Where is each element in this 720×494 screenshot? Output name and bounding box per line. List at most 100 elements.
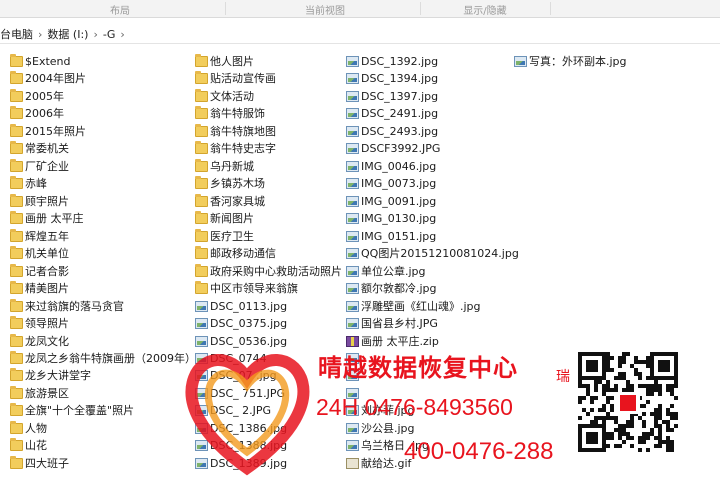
file-name: 文体活动 <box>210 89 254 103</box>
file-item[interactable]: IMG_0091.jpg <box>338 193 519 210</box>
folder-item[interactable]: 贴活动宣传画 <box>187 70 342 87</box>
folder-item[interactable]: 四大班子 <box>2 455 196 472</box>
image-file-icon <box>346 178 359 190</box>
file-name: DSC_1392.jpg <box>361 55 439 68</box>
file-name: DSC_2493.jpg <box>361 124 439 138</box>
file-name: 赤峰 <box>25 177 47 191</box>
address-bar[interactable]: 台电脑 › 数据 (I:) › -G › <box>0 22 720 44</box>
folder-icon <box>10 298 23 312</box>
file-item[interactable]: IMG_0151.jpg <box>338 228 519 245</box>
file-name: 政府采购中心救助活动照片 <box>210 264 342 278</box>
breadcrumb-drive[interactable]: 数据 (I:) <box>47 28 88 41</box>
folder-item[interactable]: 2006年 <box>2 105 196 122</box>
file-item[interactable]: IMG_0130.jpg <box>338 210 519 227</box>
folder-icon <box>10 385 23 399</box>
folder-item[interactable]: 中区市领导来翁旗 <box>187 280 342 297</box>
folder-item[interactable]: 龙凤之乡翁牛特旗画册（2009年） <box>2 350 196 367</box>
folder-item[interactable]: 龙凤文化 <box>2 333 196 350</box>
file-item[interactable]: 写真：外环副本.jpg <box>506 53 627 70</box>
folder-item[interactable]: 常委机关 <box>2 140 196 157</box>
file-item[interactable]: 国省县乡村.JPG <box>338 315 519 332</box>
breadcrumb-folder[interactable]: -G <box>103 28 116 41</box>
folder-item[interactable]: 画册 太平庄 <box>2 210 196 227</box>
folder-item[interactable]: 山花 <box>2 437 196 454</box>
folder-item[interactable]: 旅游景区 <box>2 385 196 402</box>
breadcrumb[interactable]: 台电脑 › 数据 (I:) › -G › <box>0 26 130 42</box>
folder-item[interactable]: 记者合影 <box>2 263 196 280</box>
breadcrumb-this-pc[interactable]: 台电脑 <box>0 28 33 41</box>
folder-item[interactable]: 龙乡大讲堂字 <box>2 367 196 384</box>
folder-item[interactable]: 医疗卫生 <box>187 228 342 245</box>
folder-item[interactable]: 乌丹新城 <box>187 158 342 175</box>
file-name: 额尔敦都冷.jpg <box>361 282 437 296</box>
folder-item[interactable]: 政府采购中心救助活动照片 <box>187 263 342 280</box>
file-name: 翁牛特旗地图 <box>210 124 276 138</box>
folder-icon <box>195 123 208 137</box>
file-item[interactable]: DSC_2491.jpg <box>338 105 519 122</box>
file-item[interactable]: DSC_0375.jpg <box>187 315 342 332</box>
file-item[interactable]: QQ图片20151210081024.jpg <box>338 245 519 262</box>
file-item[interactable]: DSCF3992.JPG <box>338 140 519 157</box>
file-name: 中区市领导来翁旗 <box>210 282 298 296</box>
file-item[interactable]: IMG_0046.jpg <box>338 158 519 175</box>
folder-item[interactable]: 香河家具城 <box>187 193 342 210</box>
file-item[interactable]: 单位公章.jpg <box>338 263 519 280</box>
file-name: 记者合影 <box>25 264 69 278</box>
file-name: 贴活动宣传画 <box>210 72 276 86</box>
image-file-icon <box>346 248 359 260</box>
folder-item[interactable]: 翁牛特服饰 <box>187 105 342 122</box>
file-name: 浮雕壁画《红山魂》.jpg <box>361 299 481 313</box>
file-item[interactable]: 浮雕壁画《红山魂》.jpg <box>338 298 519 315</box>
folder-item[interactable]: 全旗"十个全覆盖"照片 <box>2 402 196 419</box>
file-item[interactable]: DSC_1392.jpg <box>338 53 519 70</box>
folder-item[interactable]: 来过翁旗的落马贪官 <box>2 298 196 315</box>
file-name: QQ图片20151210081024.jpg <box>361 247 519 261</box>
file-item[interactable]: 额尔敦都冷.jpg <box>338 280 519 297</box>
ribbon-bar: 布局 当前视图 显示/隐藏 <box>0 0 720 18</box>
file-name: 乡镇苏木场 <box>210 177 265 191</box>
file-column: 写真：外环副本.jpg <box>506 53 627 70</box>
folder-item[interactable]: $Extend <box>2 53 196 70</box>
heart-logo-icon <box>185 354 310 476</box>
folder-item[interactable]: 辉煌五年 <box>2 228 196 245</box>
chevron-right-icon[interactable]: › <box>38 28 42 41</box>
file-name: 机关单位 <box>25 247 69 261</box>
folder-item[interactable]: 乡镇苏木场 <box>187 175 342 192</box>
folder-item[interactable]: 邮政移动通信 <box>187 245 342 262</box>
file-name: IMG_0073.jpg <box>361 177 437 191</box>
folder-item[interactable]: 精美图片 <box>2 280 196 297</box>
file-name: 2006年 <box>25 107 64 121</box>
folder-item[interactable]: 厂矿企业 <box>2 158 196 175</box>
file-item[interactable]: DSC_1397.jpg <box>338 88 519 105</box>
image-file-icon <box>346 56 359 67</box>
file-item[interactable]: DSC_0113.jpg <box>187 298 342 315</box>
file-name: 2015年照片 <box>25 124 86 138</box>
file-item[interactable]: DSC_2493.jpg <box>338 123 519 140</box>
watermark-title: 晴越数据恢复中心 <box>318 354 518 382</box>
folder-item[interactable]: 顾宇照片 <box>2 193 196 210</box>
image-file-icon <box>346 125 359 137</box>
folder-icon <box>195 211 208 225</box>
folder-item[interactable]: 翁牛特旗地图 <box>187 123 342 140</box>
folder-item[interactable]: 他人图片 <box>187 53 342 70</box>
chevron-right-icon[interactable]: › <box>93 28 97 41</box>
file-name: IMG_0046.jpg <box>361 159 437 173</box>
folder-item[interactable]: 2004年图片 <box>2 70 196 87</box>
folder-icon <box>10 211 23 225</box>
file-name: 辉煌五年 <box>25 229 69 243</box>
folder-item[interactable]: 人物 <box>2 420 196 437</box>
folder-icon <box>195 88 208 102</box>
folder-item[interactable]: 机关单位 <box>2 245 196 262</box>
file-item[interactable]: DSC_1394.jpg <box>338 70 519 87</box>
folder-item[interactable]: 新闻图片 <box>187 210 342 227</box>
folder-item[interactable]: 赤峰 <box>2 175 196 192</box>
folder-item[interactable]: 文体活动 <box>187 88 342 105</box>
file-name: DSC_0113.jpg <box>210 299 288 313</box>
file-item[interactable]: IMG_0073.jpg <box>338 175 519 192</box>
folder-item[interactable]: 2015年照片 <box>2 123 196 140</box>
folder-item[interactable]: 翁牛特史志字 <box>187 140 342 157</box>
chevron-right-icon[interactable]: › <box>120 28 124 41</box>
folder-item[interactable]: 2005年 <box>2 88 196 105</box>
file-name: 单位公章.jpg <box>361 264 426 278</box>
folder-item[interactable]: 领导照片 <box>2 315 196 332</box>
